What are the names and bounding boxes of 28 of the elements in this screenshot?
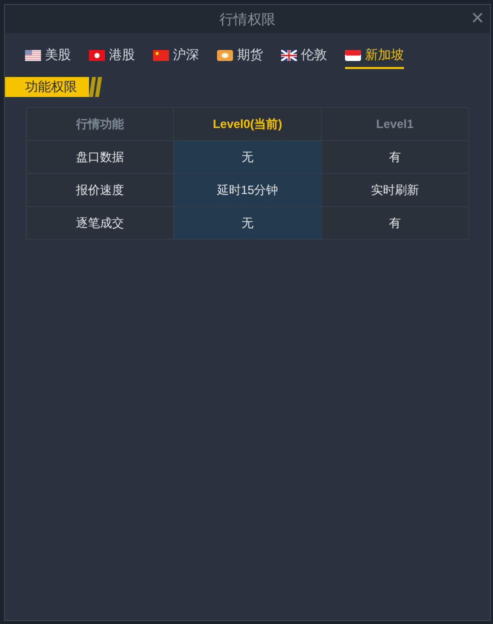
flag-icon [281,50,297,60]
market-tab[interactable]: 沪深 [153,43,199,69]
market-tab[interactable]: 伦敦 [281,43,327,69]
market-tab[interactable]: 美股 [25,43,71,69]
table-cell: 无 [174,206,322,240]
flag-icon [153,50,169,60]
market-tab[interactable]: 期货 [217,43,263,69]
flag-icon [25,50,41,60]
window-title: 行情权限 [220,10,276,28]
table-cell: 逐笔成交 [26,206,174,240]
stripes-icon [89,77,103,97]
flag-icon [89,50,105,60]
market-tab[interactable]: 新加坡 [345,43,404,69]
coin-icon [217,50,233,60]
column-header: 行情功能 [26,108,174,140]
table-cell: 实时刷新 [321,174,468,206]
column-header: Level0(当前) [174,108,322,140]
table-cell: 报价速度 [26,174,174,206]
table-cell: 盘口数据 [26,140,174,174]
table-cell: 有 [321,140,468,174]
flag-icon [345,50,361,60]
column-header: Level1 [321,108,468,140]
section-label: 功能权限 [5,77,89,97]
market-tab[interactable]: 港股 [89,43,135,69]
table-cell: 有 [321,206,468,240]
table-cell: 无 [174,140,322,174]
table-cell: 延时15分钟 [174,174,322,206]
close-button[interactable]: × [471,8,484,28]
